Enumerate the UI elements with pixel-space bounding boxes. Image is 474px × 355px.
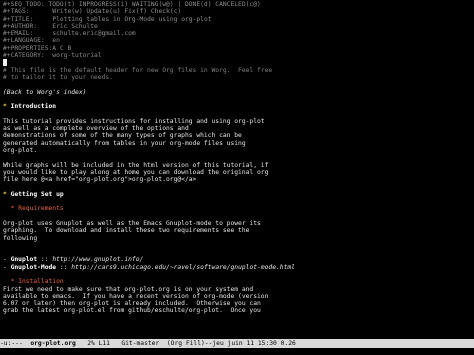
body-text-line: as well as a complete overview of the op… [3,125,189,133]
minibuffer[interactable] [0,348,474,355]
body-text-line: Org-plot uses Gnuplot as well as the Ema… [3,219,261,227]
body-text-line: demonstrations of some of the many types… [3,132,242,140]
header-author: #+AUTHOR: Eric Schulte [3,22,98,30]
gnuplot-mode-link[interactable]: http://cars9.uchicago.edu/~ravel/softwar… [71,264,295,271]
clock-display: jeu juin 11 15:30 0.26 [212,340,296,347]
list-item-gnuplot-mode: - Gnuplot-Mode :: http://cars9.uchicago.… [3,263,295,271]
header-title: #+TITLE: Plotting tables in Org-Mode usi… [3,15,212,23]
body-text-line: grab the latest org-plot.el from github/… [3,307,261,315]
body-text-line: generated automatically from tables in y… [3,139,246,147]
back-to-index-link[interactable]: (Back to Worg's index) [0,89,474,96]
body-text-line: First we need to make sure that org-plot… [3,285,254,293]
comment-line: # to tailor it to your needs. [3,73,113,81]
editor-buffer[interactable]: #+SEQ_TODO: TODO(t) INPROGRESS(i) WAITIN… [0,1,474,339]
body-text-line: you would like to play along at home you… [3,168,269,176]
heading-installation[interactable]: * Installation [0,278,474,285]
buffer-status: -u:--- [0,340,23,347]
heading-requirements[interactable]: * Requirements [0,205,474,212]
comment-line: # This file is the default header for ne… [3,66,273,74]
mode-line: -u:--- org-plot.org 2% L11 Git-master (O… [0,339,474,348]
major-minor-modes[interactable]: (Org Fill) [167,340,205,347]
body-text-line: While graphs will be included in the htm… [3,161,269,169]
body-text-line: graphing. To download and install these … [3,227,250,235]
body-text-line: org-plot. [3,146,38,154]
body-text-line: following [3,234,38,242]
list-item-gnuplot: - Gnuplot :: http://www.gnuplot.info/ [3,256,144,264]
header-language: #+LANGUAGE: en [3,37,60,45]
body-text-line: available to emacs. If you have a recent… [3,292,269,300]
header-email: #+EMAIL: schulte.eric@gmail.com [3,30,136,38]
text-cursor[interactable] [3,59,7,67]
heading-introduction[interactable]: * Introduction [0,103,474,110]
body-text-line: This tutorial provides instructions for … [3,117,265,125]
body-text-line: file here @<a href="org-plot.org">org-pl… [3,176,197,184]
header-category: #+CATEGORY: worg-tutorial [3,52,102,60]
cursor-line[interactable] [0,59,474,67]
header-seq-todo: #+SEQ_TODO: TODO(t) INPROGRESS(i) WAITIN… [3,1,261,8]
gnuplot-link[interactable]: http://www.gnuplot.info/ [52,256,143,263]
header-properties: #+PROPERTIES:A C B [3,44,72,52]
body-text-line: 6.07 or later) then org-plot is already … [3,300,261,308]
header-tags: #+TAGS: Write(w) Update(u) Fix(f) Check(… [3,8,182,16]
heading-getting-set-up[interactable]: * Getting Set up [0,191,474,198]
buffer-position: 2% L11 [87,340,110,347]
buffer-filename[interactable]: org-plot.org [30,340,76,347]
vc-branch: Git-master [121,340,160,347]
